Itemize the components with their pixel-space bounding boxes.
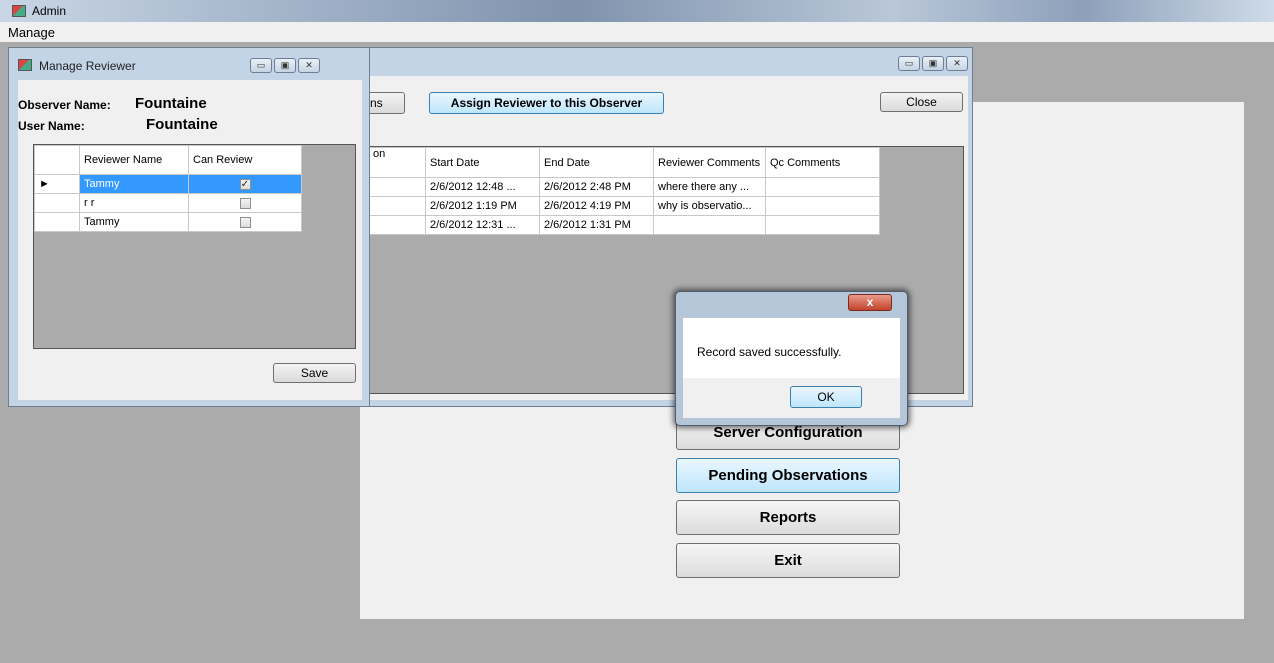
- message-box-client: Record saved successfully. OK: [683, 318, 900, 418]
- manage-reviewer-window-controls: ▭ ▣ ✕: [250, 58, 320, 73]
- reviewer-grid: Reviewer Name Can Review ► Tammy ✓ r r T…: [33, 144, 356, 349]
- table-cell[interactable]: [765, 177, 880, 197]
- manage-reviewer-window: Manage Reviewer ▭ ▣ ✕ Observer Name: Fou…: [8, 47, 370, 407]
- window-title: Manage Reviewer: [39, 59, 136, 73]
- column-header[interactable]: Qc Comments: [765, 147, 880, 178]
- table-row[interactable]: 2/6/2012 12:48 ... 2/6/2012 2:48 PM wher…: [368, 177, 880, 197]
- minimize-icon[interactable]: ▭: [250, 58, 272, 73]
- close-icon[interactable]: ✕: [946, 56, 968, 71]
- column-header[interactable]: Can Review: [188, 145, 302, 175]
- table-cell[interactable]: [765, 215, 880, 235]
- table-cell[interactable]: 2/6/2012 2:48 PM: [539, 177, 654, 197]
- column-header[interactable]: on: [368, 147, 426, 178]
- column-header[interactable]: Reviewer Name: [79, 145, 189, 175]
- maximize-icon[interactable]: ▣: [922, 56, 944, 71]
- table-cell[interactable]: where there any ...: [653, 177, 766, 197]
- table-cell[interactable]: 2/6/2012 1:31 PM: [539, 215, 654, 235]
- table-row[interactable]: ► Tammy ✓: [34, 174, 302, 194]
- menubar: Manage: [0, 22, 1274, 42]
- app-title: Admin: [32, 4, 67, 18]
- observer-name-label: Observer Name:: [18, 98, 111, 112]
- observations-partial-button[interactable]: ns: [367, 92, 405, 114]
- close-button[interactable]: Close: [880, 92, 963, 112]
- checkbox[interactable]: [239, 216, 251, 228]
- observer-name-value: Fountaine: [135, 95, 207, 112]
- table-cell[interactable]: 2/6/2012 4:19 PM: [539, 196, 654, 216]
- app-titlebar: Admin: [0, 0, 1274, 22]
- can-review-cell[interactable]: [188, 193, 302, 213]
- table-cell[interactable]: 2/6/2012 1:19 PM: [425, 196, 540, 216]
- table-cell[interactable]: 2/6/2012 12:31 ...: [425, 215, 540, 235]
- window-icon: [18, 59, 32, 71]
- reviewer-name-cell[interactable]: Tammy: [79, 212, 189, 232]
- reviewer-name-cell[interactable]: r r: [79, 193, 189, 213]
- row-header-corner: [34, 145, 80, 175]
- row-header[interactable]: [34, 193, 80, 213]
- checkbox-checked[interactable]: ✓: [239, 178, 251, 190]
- assign-reviewer-button[interactable]: Assign Reviewer to this Observer: [429, 92, 664, 114]
- reviewer-table: Reviewer Name Can Review ► Tammy ✓ r r T…: [34, 145, 302, 232]
- message-text: Record saved successfully.: [697, 345, 842, 359]
- table-cell[interactable]: [368, 196, 426, 216]
- row-header[interactable]: [34, 212, 80, 232]
- observations-table: on Start Date End Date Reviewer Comments…: [368, 147, 880, 235]
- table-cell[interactable]: [368, 215, 426, 235]
- column-header[interactable]: End Date: [539, 147, 654, 178]
- user-name-value: Fountaine: [146, 116, 218, 133]
- table-cell[interactable]: [765, 196, 880, 216]
- table-row[interactable]: 2/6/2012 12:31 ... 2/6/2012 1:31 PM: [368, 215, 880, 235]
- checkbox[interactable]: [239, 197, 251, 209]
- menu-manage[interactable]: Manage: [8, 25, 55, 40]
- exit-button[interactable]: Exit: [676, 543, 900, 578]
- table-row[interactable]: Tammy: [34, 212, 302, 232]
- table-row[interactable]: r r: [34, 193, 302, 213]
- table-cell[interactable]: [368, 177, 426, 197]
- message-footer: OK: [683, 378, 900, 418]
- minimize-icon[interactable]: ▭: [898, 56, 920, 71]
- table-cell[interactable]: why is observatio...: [653, 196, 766, 216]
- user-name-label: User Name:: [18, 119, 85, 133]
- maximize-icon[interactable]: ▣: [274, 58, 296, 73]
- reviewer-name-cell[interactable]: Tammy: [79, 174, 189, 194]
- column-header[interactable]: Start Date: [425, 147, 540, 178]
- table-cell[interactable]: 2/6/2012 12:48 ...: [425, 177, 540, 197]
- table-cell[interactable]: [653, 215, 766, 235]
- table-row[interactable]: 2/6/2012 1:19 PM 2/6/2012 4:19 PM why is…: [368, 196, 880, 216]
- reports-button[interactable]: Reports: [676, 500, 900, 535]
- close-icon[interactable]: ✕: [298, 58, 320, 73]
- save-button[interactable]: Save: [273, 363, 356, 383]
- can-review-cell[interactable]: ✓: [188, 174, 302, 194]
- message-box: x Record saved successfully. OK: [675, 291, 908, 426]
- app-icon: [12, 5, 26, 17]
- pending-observations-button[interactable]: Pending Observations: [676, 458, 900, 493]
- ok-button[interactable]: OK: [790, 386, 862, 408]
- column-header[interactable]: Reviewer Comments: [653, 147, 766, 178]
- observations-window-controls: ▭ ▣ ✕: [898, 56, 968, 71]
- row-indicator-icon[interactable]: ►: [34, 174, 80, 194]
- close-icon[interactable]: x: [848, 294, 892, 311]
- can-review-cell[interactable]: [188, 212, 302, 232]
